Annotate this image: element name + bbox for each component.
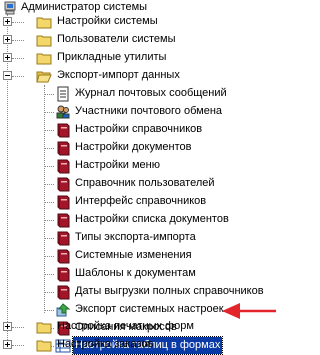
annotation-arrow-icon	[222, 303, 276, 319]
tree-view: Администратор системы Настройки системы …	[0, 0, 282, 355]
